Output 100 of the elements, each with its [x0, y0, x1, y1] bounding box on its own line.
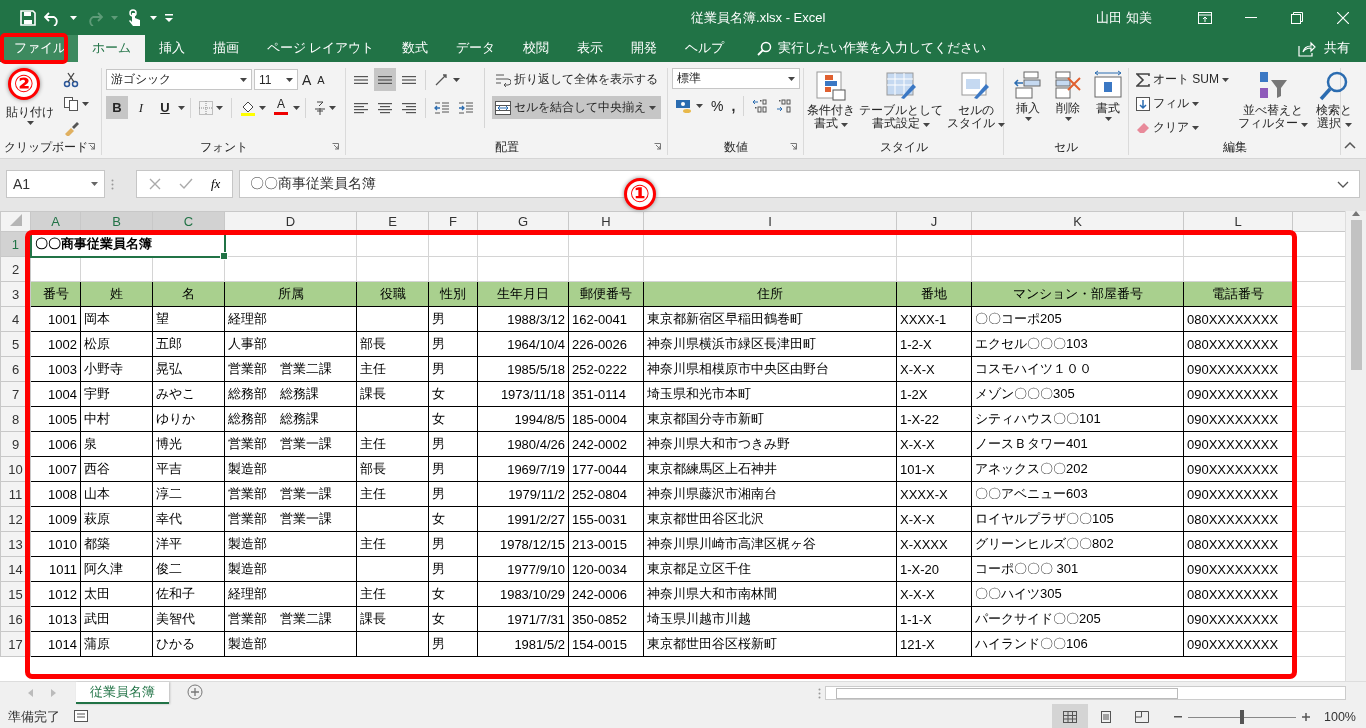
- comma-button[interactable]: ,: [728, 94, 739, 117]
- name-box[interactable]: A1: [6, 170, 105, 198]
- editing-button[interactable]: フィル: [1133, 92, 1232, 115]
- table-cell: 252-0804: [568, 481, 644, 507]
- search-field[interactable]: 実行したい作業を入力してください: [750, 35, 993, 62]
- dialog-launcher-icon[interactable]: [88, 143, 95, 150]
- style-button[interactable]: セルの スタイル: [945, 68, 1008, 132]
- macro-record-icon[interactable]: [74, 709, 88, 722]
- customize-icon[interactable]: [165, 12, 175, 23]
- column-header[interactable]: K: [971, 211, 1184, 232]
- editing-button[interactable]: クリア: [1133, 116, 1232, 139]
- font-size-field[interactable]: 11: [254, 69, 298, 90]
- ribbon-tab[interactable]: 校閲: [509, 35, 564, 62]
- table-cell: 製造部: [224, 631, 357, 657]
- column-header[interactable]: F: [428, 211, 478, 232]
- font-style-button[interactable]: I: [130, 96, 152, 119]
- table-cell: 1973/11/18: [477, 381, 569, 407]
- style-button[interactable]: 条件付き 書式: [805, 68, 857, 132]
- group-label: 数値: [723, 138, 748, 156]
- ribbon-tab[interactable]: 挿入: [145, 35, 199, 62]
- caret-icon: [1222, 77, 1229, 82]
- dialog-launcher-icon[interactable]: [332, 143, 339, 150]
- table-cell: 神奈川県大和市南林間: [643, 581, 897, 607]
- zoom-level[interactable]: 100%: [1324, 710, 1356, 724]
- insert-cells-icon: [1012, 70, 1044, 100]
- cells-button[interactable]: 挿入: [1010, 68, 1046, 123]
- column-header[interactable]: A: [30, 211, 81, 232]
- paste-button[interactable]: 貼り付け: [4, 104, 56, 127]
- table-cell: 神奈川県藤沢市湘南台: [643, 481, 897, 507]
- table-cell: 1964/10/4: [477, 331, 569, 357]
- table-cell: 351-0114: [568, 381, 644, 407]
- save-icon[interactable]: [20, 9, 36, 26]
- ribbon-tab[interactable]: 数式: [388, 35, 443, 62]
- column-header[interactable]: I: [643, 211, 897, 232]
- font-name-field[interactable]: 游ゴシック: [106, 69, 252, 90]
- dialog-launcher-icon[interactable]: [790, 143, 797, 150]
- ribbon-tab[interactable]: ページ レイアウト: [253, 35, 389, 62]
- insert-function-button[interactable]: fx: [211, 176, 221, 192]
- table-cell: 女: [428, 606, 478, 632]
- table-header-cell: 電話番号: [1183, 281, 1293, 307]
- merge-center-button[interactable]: セルを結合して中央揃え: [492, 96, 661, 119]
- font-style-button[interactable]: U: [154, 96, 176, 119]
- ribbon-tab[interactable]: ヘルプ: [671, 35, 739, 62]
- style-button[interactable]: テーブルとして 書式設定: [857, 68, 945, 132]
- editing-button[interactable]: 並べ替えと フィルター: [1236, 68, 1311, 132]
- column-header[interactable]: B: [80, 211, 153, 232]
- table-cell: 課長: [356, 606, 429, 632]
- table-cell: 部長: [356, 456, 429, 482]
- column-header[interactable]: E: [356, 211, 429, 232]
- column-header[interactable]: L: [1183, 211, 1293, 232]
- table-cell: 埼玉県和光市本町: [643, 381, 897, 407]
- ribbon-tab[interactable]: 開発: [617, 35, 672, 62]
- column-header[interactable]: D: [224, 211, 357, 232]
- table-cell: XXXX-1: [896, 306, 972, 332]
- table-cell: 120-0034: [568, 556, 644, 582]
- column-header[interactable]: J: [896, 211, 972, 232]
- column-header[interactable]: G: [477, 211, 569, 232]
- column-header[interactable]: H: [568, 211, 644, 232]
- font-style-button[interactable]: B: [106, 96, 128, 119]
- zoom-in-icon[interactable]: [1302, 713, 1310, 721]
- editing-button[interactable]: 検索と 選択: [1314, 68, 1355, 132]
- table-cell: 226-0026: [568, 331, 644, 357]
- page-break-icon: [1135, 711, 1149, 723]
- table-cell: 177-0044: [568, 456, 644, 482]
- sheet-tab[interactable]: 従業員名簿: [76, 682, 169, 704]
- number-format-field[interactable]: 標準: [672, 68, 800, 89]
- ribbon-tab[interactable]: 表示: [563, 35, 618, 62]
- add-sheet-icon[interactable]: [187, 683, 203, 700]
- ribbon-tab[interactable]: 描画: [199, 35, 253, 62]
- sum-icon: [1136, 72, 1150, 87]
- dialog-launcher-icon[interactable]: [654, 143, 661, 150]
- vertical-align-button[interactable]: [374, 68, 396, 91]
- table-cell: 男: [428, 556, 478, 582]
- format-table-icon: [885, 70, 917, 102]
- touch-mode-icon[interactable]: [126, 8, 142, 27]
- table-cell: 162-0041: [568, 306, 644, 332]
- grow-font-button[interactable]: A: [300, 68, 314, 91]
- shrink-font-button[interactable]: A: [315, 68, 327, 91]
- fill-handle[interactable]: [219, 251, 228, 260]
- horizontal-scrollbar[interactable]: [825, 686, 1346, 700]
- ribbon-tab[interactable]: ホーム: [78, 35, 145, 62]
- close-icon: [1337, 11, 1349, 24]
- cells-button[interactable]: 削除: [1050, 68, 1086, 123]
- table-cell: 1013: [30, 606, 81, 632]
- zoom-slider-thumb[interactable]: [1240, 709, 1244, 724]
- column-header[interactable]: C: [152, 211, 225, 232]
- cells-button[interactable]: 書式: [1090, 68, 1126, 123]
- ribbon-tab[interactable]: データ: [442, 35, 510, 62]
- share-button[interactable]: 共有: [1292, 35, 1356, 62]
- table-cell: 1006: [30, 431, 81, 457]
- font-color-button[interactable]: A: [271, 96, 291, 119]
- collapse-ribbon-icon[interactable]: [1344, 141, 1356, 149]
- editing-button[interactable]: オート SUM: [1133, 68, 1232, 91]
- scrollbar-thumb[interactable]: [1350, 220, 1362, 370]
- view-button[interactable]: [1052, 704, 1088, 728]
- wrap-text-button[interactable]: 折り返して全体を表示する: [492, 68, 661, 91]
- percent-button[interactable]: %: [708, 94, 727, 117]
- table-cell: ノースＢタワー401: [971, 431, 1184, 457]
- table-cell: 1991/2/27: [477, 506, 569, 532]
- caret-icon: [696, 103, 703, 108]
